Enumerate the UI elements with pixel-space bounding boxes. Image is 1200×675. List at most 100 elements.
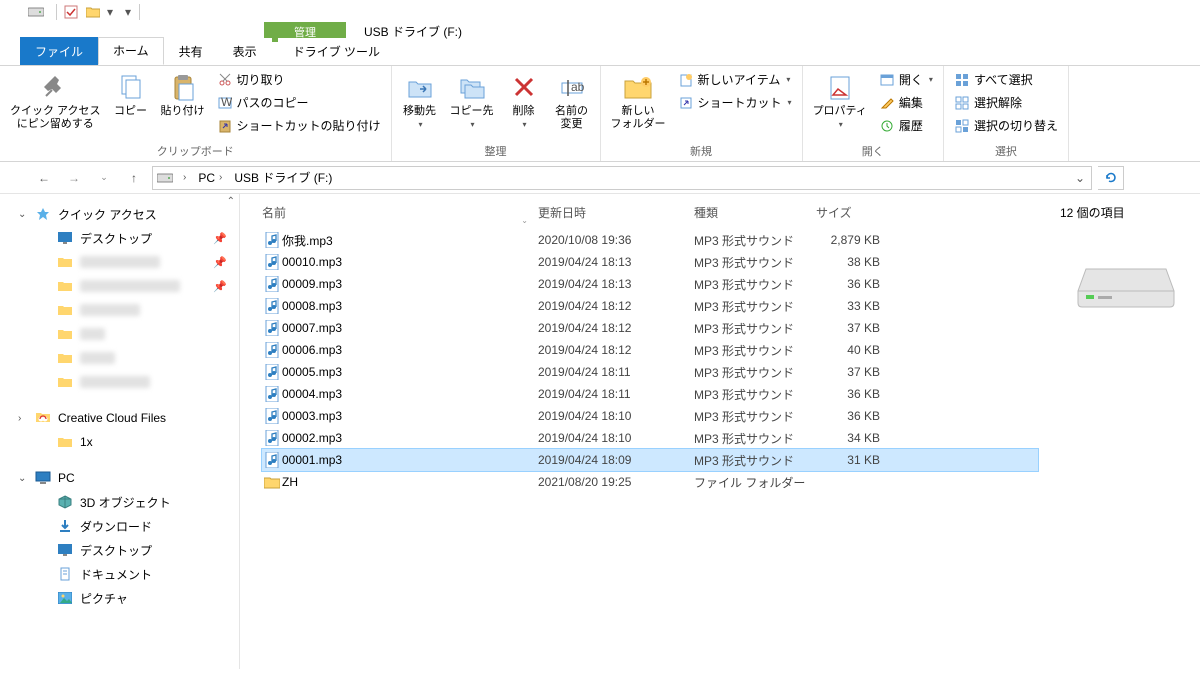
- tree-desktop2[interactable]: デスクトップ: [0, 538, 239, 562]
- tree-creative-cloud[interactable]: ›Creative Cloud Files: [0, 406, 239, 430]
- select-none-button[interactable]: 選択解除: [950, 92, 1062, 113]
- file-row[interactable]: 你我.mp32020/10/08 19:36MP3 形式サウンド2,879 KB: [262, 229, 1038, 251]
- nav-forward-button[interactable]: →: [62, 166, 86, 190]
- tree-3d-objects[interactable]: 3D オブジェクト: [0, 490, 239, 514]
- file-row[interactable]: 00002.mp32019/04/24 18:10MP3 形式サウンド34 KB: [262, 427, 1038, 449]
- ribbon-group-clipboard: クイック アクセス にピン留めする コピー 貼り付け 切り取り Wパスのコピー …: [0, 66, 392, 161]
- cut-button[interactable]: 切り取り: [213, 69, 385, 90]
- breadcrumb-segment[interactable]: USB ドライブ (F:): [230, 169, 336, 186]
- tree-item[interactable]: [0, 322, 239, 346]
- file-row[interactable]: 00004.mp32019/04/24 18:11MP3 形式サウンド36 KB: [262, 383, 1038, 405]
- qat-dropdown-icon[interactable]: ▾: [105, 2, 115, 22]
- pin-quick-access-button[interactable]: クイック アクセス にピン留めする: [6, 69, 105, 133]
- audio-file-icon: [262, 231, 282, 249]
- chevron-right-icon[interactable]: ›: [18, 413, 30, 424]
- tree-desktop[interactable]: デスクトップ📌: [0, 226, 239, 250]
- chevron-down-icon[interactable]: ⌄: [18, 209, 30, 220]
- file-row[interactable]: 00010.mp32019/04/24 18:13MP3 形式サウンド38 KB: [262, 251, 1038, 273]
- tab-drive-tools[interactable]: ドライブ ツール: [278, 38, 395, 65]
- breadcrumb-root-chevron[interactable]: ›: [175, 172, 194, 183]
- paste-icon: [167, 71, 199, 103]
- tree-item[interactable]: [0, 298, 239, 322]
- tree-item[interactable]: 📌: [0, 250, 239, 274]
- column-header-type[interactable]: 種類: [694, 204, 816, 221]
- file-date: 2019/04/24 18:09: [538, 453, 694, 467]
- file-row[interactable]: 00007.mp32019/04/24 18:12MP3 形式サウンド37 KB: [262, 317, 1038, 339]
- tree-item[interactable]: [0, 370, 239, 394]
- column-header-size[interactable]: サイズ: [816, 204, 890, 221]
- edit-button[interactable]: 編集: [875, 92, 937, 113]
- address-bar[interactable]: › PC› USB ドライブ (F:) ⌄: [152, 166, 1092, 190]
- main-area: ⌃ ⌄ クイック アクセス デスクトップ📌 📌 📌 ›Creative Clou…: [0, 194, 1200, 669]
- nav-up-button[interactable]: ↑: [122, 166, 146, 190]
- file-row[interactable]: 00006.mp32019/04/24 18:12MP3 形式サウンド40 KB: [262, 339, 1038, 361]
- select-all-button[interactable]: すべて選択: [950, 69, 1062, 90]
- qat-checkbox-icon[interactable]: [61, 2, 81, 22]
- qat-folder-icon[interactable]: [83, 2, 103, 22]
- pin-icon: 📌: [213, 256, 227, 269]
- tab-share[interactable]: 共有: [164, 38, 218, 65]
- tree-1x[interactable]: 1x: [0, 430, 239, 454]
- tree-quick-access[interactable]: ⌄ クイック アクセス: [0, 202, 239, 226]
- new-folder-button[interactable]: 新しい フォルダー: [607, 69, 670, 133]
- navigation-pane[interactable]: ⌃ ⌄ クイック アクセス デスクトップ📌 📌 📌 ›Creative Clou…: [0, 194, 240, 669]
- file-name: 00005.mp3: [282, 365, 538, 379]
- select-none-icon: [954, 95, 970, 111]
- column-header-name[interactable]: 名前⌄: [262, 204, 538, 221]
- copy-to-button[interactable]: コピー先▾: [446, 69, 498, 131]
- downloads-icon: [56, 517, 74, 535]
- tree-pictures[interactable]: ピクチャ: [0, 586, 239, 610]
- file-row[interactable]: 00009.mp32019/04/24 18:13MP3 形式サウンド36 KB: [262, 273, 1038, 295]
- open-button[interactable]: 開く▾: [875, 69, 937, 90]
- delete-button[interactable]: 削除▾: [502, 69, 546, 131]
- tree-documents[interactable]: ドキュメント: [0, 562, 239, 586]
- properties-button[interactable]: プロパティ▾: [809, 69, 871, 131]
- copy-path-button[interactable]: Wパスのコピー: [213, 92, 385, 113]
- file-row[interactable]: ZH2021/08/20 19:25ファイル フォルダー: [262, 471, 1038, 493]
- tab-view[interactable]: 表示: [218, 38, 272, 65]
- tab-home[interactable]: ホーム: [98, 37, 164, 65]
- move-to-button[interactable]: 移動先▾: [398, 69, 442, 131]
- paste-shortcut-button[interactable]: ショートカットの貼り付け: [213, 115, 385, 136]
- column-header-date[interactable]: 更新日時: [538, 204, 694, 221]
- refresh-button[interactable]: [1098, 166, 1124, 190]
- tree-item[interactable]: 📌: [0, 274, 239, 298]
- file-row[interactable]: 00001.mp32019/04/24 18:09MP3 形式サウンド31 KB: [262, 449, 1038, 471]
- paste-button[interactable]: 貼り付け: [157, 69, 209, 120]
- shortcut-paste-icon: [217, 118, 233, 134]
- tree-downloads[interactable]: ダウンロード: [0, 514, 239, 538]
- desktop-icon: [56, 541, 74, 559]
- tab-file[interactable]: ファイル: [20, 37, 98, 65]
- file-list[interactable]: 名前⌄ 更新日時 種類 サイズ 你我.mp32020/10/08 19:36MP…: [240, 194, 1052, 669]
- file-date: 2019/04/24 18:12: [538, 321, 694, 335]
- new-shortcut-button[interactable]: ショートカット▾: [674, 92, 796, 113]
- file-type: MP3 形式サウンド: [694, 342, 816, 359]
- file-row[interactable]: 00003.mp32019/04/24 18:10MP3 形式サウンド36 KB: [262, 405, 1038, 427]
- address-dropdown-icon[interactable]: ⌄: [1071, 171, 1089, 185]
- documents-icon: [56, 565, 74, 583]
- history-button[interactable]: 履歴: [875, 115, 937, 136]
- file-row[interactable]: 00008.mp32019/04/24 18:12MP3 形式サウンド33 KB: [262, 295, 1038, 317]
- folder-icon: [56, 373, 74, 391]
- copy-button[interactable]: コピー: [109, 69, 153, 120]
- audio-file-icon: [262, 319, 282, 337]
- new-item-button[interactable]: 新しいアイテム▾: [674, 69, 796, 90]
- chevron-down-icon: ▾: [839, 120, 843, 129]
- folder-icon: [56, 301, 74, 319]
- breadcrumb-segment[interactable]: PC›: [194, 171, 230, 185]
- separator: [56, 4, 57, 20]
- redacted-label: [80, 256, 160, 268]
- tree-item[interactable]: [0, 346, 239, 370]
- nav-recent-dropdown[interactable]: ⌄: [92, 166, 116, 190]
- tree-pc[interactable]: ⌄PC: [0, 466, 239, 490]
- qat-customize-icon[interactable]: ▾: [123, 2, 133, 22]
- redacted-label: [80, 280, 180, 292]
- nav-back-button[interactable]: ←: [32, 166, 56, 190]
- file-size: 36 KB: [816, 387, 880, 401]
- invert-selection-button[interactable]: 選択の切り替え: [950, 115, 1062, 136]
- chevron-down-icon[interactable]: ⌄: [18, 473, 30, 484]
- file-row[interactable]: 00005.mp32019/04/24 18:11MP3 形式サウンド37 KB: [262, 361, 1038, 383]
- scissors-icon: [217, 72, 233, 88]
- rename-button[interactable]: ab名前の 変更: [550, 69, 594, 133]
- audio-file-icon: [262, 275, 282, 293]
